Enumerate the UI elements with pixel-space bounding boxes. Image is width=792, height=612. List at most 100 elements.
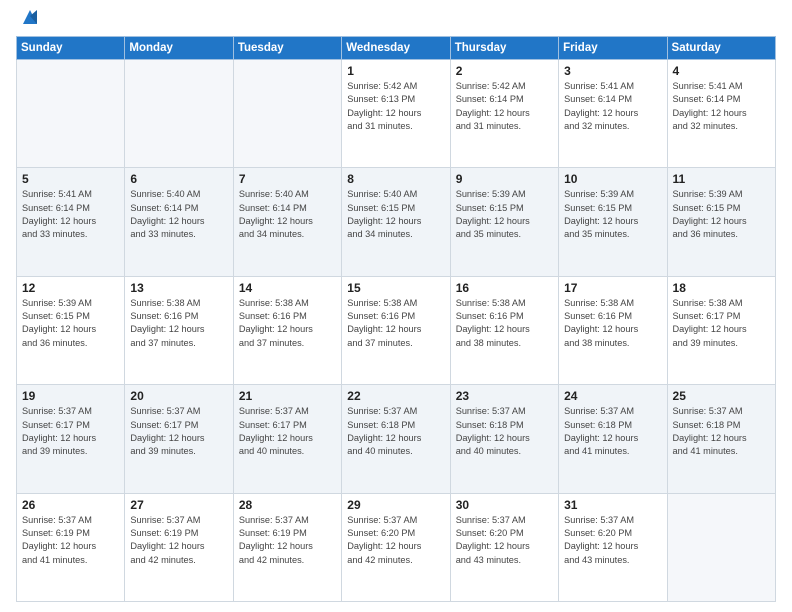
day-number: 16 — [456, 281, 553, 295]
calendar-cell — [667, 493, 775, 601]
calendar-cell: 18Sunrise: 5:38 AM Sunset: 6:17 PM Dayli… — [667, 276, 775, 384]
logo — [16, 10, 41, 28]
calendar-cell: 23 Sunrise: 5:37 AM Sunset: 6:18 PM Dayli… — [450, 385, 558, 493]
calendar-cell: 3 Sunrise: 5:41 AM Sunset: 6:14 PM Daylig… — [559, 60, 667, 168]
day-info: Sunrise: 5:37 AM Sunset: 6:20 PM Dayligh… — [456, 514, 553, 567]
day-info: Sunrise: 5:42 AM Sunset: 6:14 PM Dayligh… — [456, 80, 553, 133]
calendar-cell: 13 Sunrise: 5:38 AM Sunset: 6:16 PM Dayli… — [125, 276, 233, 384]
calendar-cell: 1 Sunrise: 5:42 AM Sunset: 6:13 PM Daylig… — [342, 60, 450, 168]
day-info: Sunrise: 5:37 AM Sunset: 6:18 PM Dayligh… — [564, 405, 661, 458]
day-number: 9 — [456, 172, 553, 186]
day-info: Sunrise: 5:39 AM Sunset: 6:15 PM Dayligh… — [22, 297, 119, 350]
page: SundayMondayTuesdayWednesdayThursdayFrid… — [0, 0, 792, 612]
calendar-cell: 4 Sunrise: 5:41 AM Sunset: 6:14 PM Daylig… — [667, 60, 775, 168]
weekday-header: Wednesday — [342, 37, 450, 60]
calendar-cell: 6 Sunrise: 5:40 AM Sunset: 6:14 PM Daylig… — [125, 168, 233, 276]
day-info: Sunrise: 5:37 AM Sunset: 6:19 PM Dayligh… — [130, 514, 227, 567]
day-number: 14 — [239, 281, 336, 295]
day-number: 28 — [239, 498, 336, 512]
day-number: 15 — [347, 281, 444, 295]
calendar-table: SundayMondayTuesdayWednesdayThursdayFrid… — [16, 36, 776, 602]
calendar-cell: 27 Sunrise: 5:37 AM Sunset: 6:19 PM Dayli… — [125, 493, 233, 601]
calendar-cell: 26 Sunrise: 5:37 AM Sunset: 6:19 PM Dayli… — [17, 493, 125, 601]
calendar-week-row: 19 Sunrise: 5:37 AM Sunset: 6:17 PM Dayli… — [17, 385, 776, 493]
calendar-cell: 19 Sunrise: 5:37 AM Sunset: 6:17 PM Dayli… — [17, 385, 125, 493]
day-info: Sunrise: 5:37 AM Sunset: 6:20 PM Dayligh… — [347, 514, 444, 567]
day-info: Sunrise: 5:37 AM Sunset: 6:20 PM Dayligh… — [564, 514, 661, 567]
day-number: 6 — [130, 172, 227, 186]
calendar-cell: 21Sunrise: 5:37 AM Sunset: 6:17 PM Dayli… — [233, 385, 341, 493]
calendar-cell: 8 Sunrise: 5:40 AM Sunset: 6:15 PM Daylig… — [342, 168, 450, 276]
calendar-week-row: 26 Sunrise: 5:37 AM Sunset: 6:19 PM Dayli… — [17, 493, 776, 601]
day-number: 31 — [564, 498, 661, 512]
day-number: 1 — [347, 64, 444, 78]
day-info: Sunrise: 5:37 AM Sunset: 6:17 PM Dayligh… — [130, 405, 227, 458]
day-info: Sunrise: 5:38 AM Sunset: 6:16 PM Dayligh… — [130, 297, 227, 350]
day-number: 19 — [22, 389, 119, 403]
day-info: Sunrise: 5:37 AM Sunset: 6:17 PM Dayligh… — [22, 405, 119, 458]
day-number: 26 — [22, 498, 119, 512]
calendar-cell: 5Sunrise: 5:41 AM Sunset: 6:14 PM Daylig… — [17, 168, 125, 276]
day-number: 2 — [456, 64, 553, 78]
day-info: Sunrise: 5:41 AM Sunset: 6:14 PM Dayligh… — [564, 80, 661, 133]
calendar-cell: 25Sunrise: 5:37 AM Sunset: 6:18 PM Dayli… — [667, 385, 775, 493]
weekday-header: Monday — [125, 37, 233, 60]
weekday-header: Saturday — [667, 37, 775, 60]
calendar-cell: 7 Sunrise: 5:40 AM Sunset: 6:14 PM Daylig… — [233, 168, 341, 276]
day-info: Sunrise: 5:37 AM Sunset: 6:18 PM Dayligh… — [456, 405, 553, 458]
day-number: 13 — [130, 281, 227, 295]
calendar-cell: 2 Sunrise: 5:42 AM Sunset: 6:14 PM Daylig… — [450, 60, 558, 168]
day-number: 7 — [239, 172, 336, 186]
calendar-cell: 22 Sunrise: 5:37 AM Sunset: 6:18 PM Dayli… — [342, 385, 450, 493]
calendar-week-row: 12Sunrise: 5:39 AM Sunset: 6:15 PM Dayli… — [17, 276, 776, 384]
calendar-cell: 17Sunrise: 5:38 AM Sunset: 6:16 PM Dayli… — [559, 276, 667, 384]
day-info: Sunrise: 5:40 AM Sunset: 6:15 PM Dayligh… — [347, 188, 444, 241]
day-number: 30 — [456, 498, 553, 512]
day-number: 20 — [130, 389, 227, 403]
calendar-cell: 15Sunrise: 5:38 AM Sunset: 6:16 PM Dayli… — [342, 276, 450, 384]
calendar-cell — [233, 60, 341, 168]
day-info: Sunrise: 5:41 AM Sunset: 6:14 PM Dayligh… — [673, 80, 770, 133]
day-info: Sunrise: 5:40 AM Sunset: 6:14 PM Dayligh… — [239, 188, 336, 241]
day-number: 8 — [347, 172, 444, 186]
day-number: 25 — [673, 389, 770, 403]
weekday-header: Friday — [559, 37, 667, 60]
day-number: 4 — [673, 64, 770, 78]
weekday-header: Thursday — [450, 37, 558, 60]
calendar-cell: 30 Sunrise: 5:37 AM Sunset: 6:20 PM Dayli… — [450, 493, 558, 601]
day-info: Sunrise: 5:37 AM Sunset: 6:19 PM Dayligh… — [22, 514, 119, 567]
day-info: Sunrise: 5:39 AM Sunset: 6:15 PM Dayligh… — [564, 188, 661, 241]
day-info: Sunrise: 5:42 AM Sunset: 6:13 PM Dayligh… — [347, 80, 444, 133]
calendar-cell: 20 Sunrise: 5:37 AM Sunset: 6:17 PM Dayli… — [125, 385, 233, 493]
day-number: 27 — [130, 498, 227, 512]
day-info: Sunrise: 5:38 AM Sunset: 6:16 PM Dayligh… — [456, 297, 553, 350]
calendar-cell: 16 Sunrise: 5:38 AM Sunset: 6:16 PM Dayli… — [450, 276, 558, 384]
day-number: 21 — [239, 389, 336, 403]
calendar-cell: 14 Sunrise: 5:38 AM Sunset: 6:16 PM Dayli… — [233, 276, 341, 384]
day-number: 10 — [564, 172, 661, 186]
day-info: Sunrise: 5:37 AM Sunset: 6:18 PM Dayligh… — [347, 405, 444, 458]
day-info: Sunrise: 5:40 AM Sunset: 6:14 PM Dayligh… — [130, 188, 227, 241]
day-info: Sunrise: 5:38 AM Sunset: 6:16 PM Dayligh… — [239, 297, 336, 350]
calendar-cell: 12Sunrise: 5:39 AM Sunset: 6:15 PM Dayli… — [17, 276, 125, 384]
calendar-cell: 10 Sunrise: 5:39 AM Sunset: 6:15 PM Dayli… — [559, 168, 667, 276]
day-info: Sunrise: 5:39 AM Sunset: 6:15 PM Dayligh… — [456, 188, 553, 241]
day-number: 3 — [564, 64, 661, 78]
day-info: Sunrise: 5:39 AM Sunset: 6:15 PM Dayligh… — [673, 188, 770, 241]
day-info: Sunrise: 5:41 AM Sunset: 6:14 PM Dayligh… — [22, 188, 119, 241]
calendar-week-row: 5Sunrise: 5:41 AM Sunset: 6:14 PM Daylig… — [17, 168, 776, 276]
calendar-header-row: SundayMondayTuesdayWednesdayThursdayFrid… — [17, 37, 776, 60]
calendar-cell: 9 Sunrise: 5:39 AM Sunset: 6:15 PM Daylig… — [450, 168, 558, 276]
calendar-cell — [17, 60, 125, 168]
header — [16, 10, 776, 28]
day-info: Sunrise: 5:38 AM Sunset: 6:16 PM Dayligh… — [564, 297, 661, 350]
weekday-header: Tuesday — [233, 37, 341, 60]
calendar-week-row: 1 Sunrise: 5:42 AM Sunset: 6:13 PM Daylig… — [17, 60, 776, 168]
day-number: 23 — [456, 389, 553, 403]
day-number: 29 — [347, 498, 444, 512]
day-number: 22 — [347, 389, 444, 403]
calendar-cell: 11 Sunrise: 5:39 AM Sunset: 6:15 PM Dayli… — [667, 168, 775, 276]
day-info: Sunrise: 5:37 AM Sunset: 6:19 PM Dayligh… — [239, 514, 336, 567]
calendar-cell: 24Sunrise: 5:37 AM Sunset: 6:18 PM Dayli… — [559, 385, 667, 493]
day-number: 11 — [673, 172, 770, 186]
